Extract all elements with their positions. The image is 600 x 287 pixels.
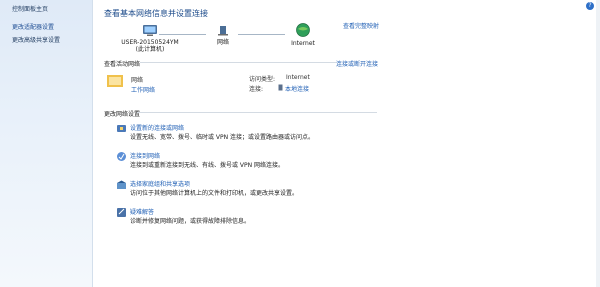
active-networks-header: 查看活动网络	[104, 61, 141, 68]
sidebar-item-change-advanced-sharing[interactable]: 更改高级共享设置	[12, 35, 60, 44]
change-settings-divider	[137, 112, 377, 113]
connect-network-icon	[117, 152, 126, 161]
internet-node-label: Internet	[291, 40, 315, 47]
change-settings-header: 更改网络设置	[104, 111, 141, 118]
network-type-link[interactable]: 工作网络	[131, 85, 155, 94]
connect-disconnect-link[interactable]: 连接或断开连接	[336, 59, 378, 68]
work-network-icon	[107, 75, 123, 87]
main-content: ? 查看基本网络信息并设置连接 查看完整映射 USER-20150524YM (…	[93, 0, 600, 287]
active-networks-divider	[140, 62, 336, 63]
connections-label: 连接:	[249, 86, 264, 93]
map-link-line-1	[159, 34, 206, 35]
page-title: 查看基本网络信息并设置连接	[104, 9, 208, 18]
map-node-network[interactable]: 网络	[210, 24, 236, 46]
sidebar-item-change-adapter-settings[interactable]: 更改适配器设置	[12, 22, 54, 31]
connect-network-link[interactable]: 连接到网络	[130, 151, 160, 160]
network-icon	[218, 26, 228, 36]
map-node-computer[interactable]: USER-20150524YM (此计算机)	[120, 24, 180, 53]
access-type-label: 访问类型:	[249, 76, 276, 83]
setup-connection-icon	[117, 125, 126, 132]
ethernet-icon	[278, 84, 283, 91]
view-full-map-link[interactable]: 查看完整映射	[343, 21, 379, 30]
troubleshoot-desc: 诊断并修复网络问题，或获得故障排除信息。	[130, 218, 251, 225]
homegroup-sharing-desc: 访问位于其他网络计算机上的文件和打印机，或更改共享设置。	[130, 190, 299, 197]
map-node-internet[interactable]: Internet	[286, 22, 320, 47]
network-node-label: 网络	[216, 39, 229, 46]
access-type-value: Internet	[286, 74, 310, 81]
computer-sub: (此计算机)	[135, 46, 165, 53]
globe-icon	[296, 23, 310, 37]
map-link-line-2	[238, 34, 285, 35]
sidebar-item-control-panel-home[interactable]: 控制面板主页	[12, 4, 48, 13]
sidebar: 控制面板主页 更改适配器设置 更改高级共享设置	[0, 0, 93, 287]
computer-name: USER-20150524YM	[121, 39, 179, 46]
connect-network-desc: 连接到或重新连接到无线、有线、拨号或 VPN 网络连接。	[130, 162, 285, 169]
network-name: 网络	[131, 77, 144, 84]
connections-value-link[interactable]: 本地连接	[285, 84, 309, 93]
help-icon[interactable]: ?	[586, 2, 594, 10]
computer-icon	[143, 25, 157, 36]
troubleshoot-link[interactable]: 疑难解答	[130, 207, 154, 216]
troubleshoot-icon	[117, 208, 126, 217]
setup-connection-link[interactable]: 设置新的连接或网络	[130, 123, 184, 132]
homegroup-icon	[117, 180, 126, 189]
scrollbar[interactable]	[596, 0, 600, 287]
homegroup-sharing-link[interactable]: 选择家庭组和共享选项	[130, 179, 190, 188]
setup-connection-desc: 设置无线、宽带、拨号、临时或 VPN 连接；或设置路由器或访问点。	[130, 134, 315, 141]
